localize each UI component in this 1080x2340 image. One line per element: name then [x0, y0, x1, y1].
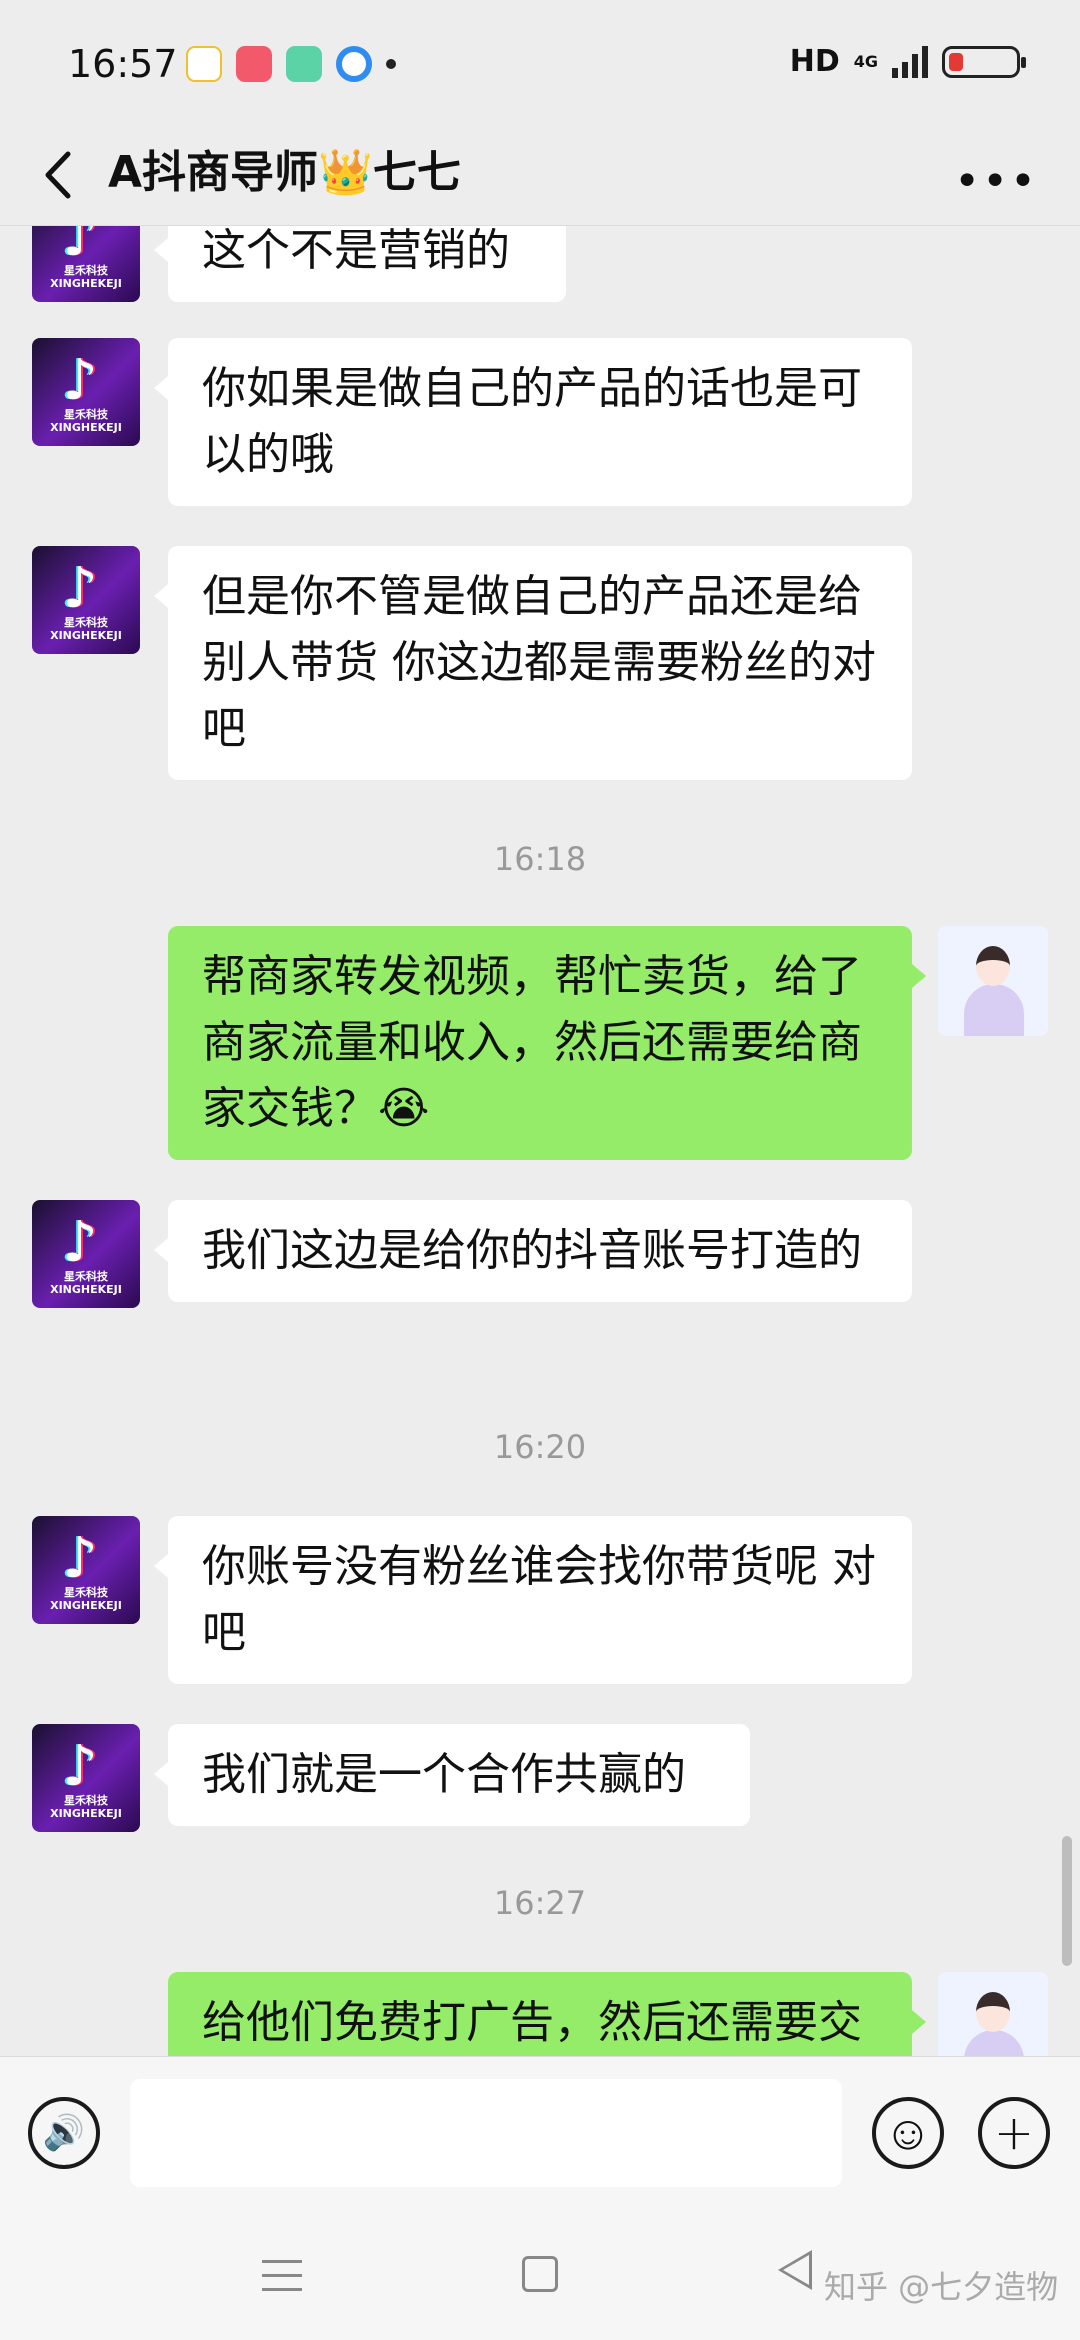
message-bubble[interactable]: 你账号没有粉丝谁会找你带货呢 对吧	[154, 1516, 912, 1684]
avatar-brand: 星禾科技 XINGHEKEJI	[50, 1270, 122, 1296]
home-icon[interactable]	[522, 2256, 558, 2292]
avatar-brand: 星禾科技 XINGHEKEJI	[50, 1586, 122, 1612]
timestamp: 16:20	[493, 1428, 587, 1466]
signal-icon	[892, 45, 928, 78]
timestamp: 16:27	[493, 1884, 587, 1922]
avatar-brand: 星禾科技 XINGHEKEJI	[50, 408, 122, 434]
more-notifications-dot	[386, 59, 396, 69]
message-bubble[interactable]: 帮商家转发视频，帮忙卖货，给了商家流量和收入，然后还需要给商家交钱？😭	[168, 926, 926, 1160]
input-bar: 🔊 ☺ +	[0, 2056, 1080, 2221]
music-note-icon: ♪	[62, 1526, 98, 1591]
self-avatar[interactable]	[938, 926, 1048, 1036]
video-app-icon	[236, 46, 272, 82]
back-arrow-icon[interactable]	[36, 140, 84, 210]
avatar-brand: 星禾科技 XINGHEKEJI	[50, 1794, 122, 1820]
message-bubble[interactable]: 我们这边是给你的抖音账号打造的	[154, 1200, 912, 1302]
contact-avatar[interactable]: ♪ 星禾科技 XINGHEKEJI	[32, 1200, 140, 1308]
avatar-brand: 星禾科技 XINGHEKEJI	[50, 616, 122, 642]
hd-indicator: HD	[789, 44, 840, 79]
timestamp: 16:18	[493, 840, 587, 878]
music-note-icon: ♪	[62, 226, 98, 269]
chat-header: A抖商导师👑七七 •••	[0, 130, 1080, 226]
avatar-brand: 星禾科技 XINGHEKEJI	[50, 264, 122, 290]
message-bubble[interactable]: 给他们免费打广告，然后还需要交	[168, 1972, 926, 2056]
self-avatar[interactable]	[938, 1972, 1048, 2056]
message-bubble[interactable]: 你如果是做自己的产品的话也是可以的哦	[154, 338, 912, 506]
voice-input-icon[interactable]: 🔊	[28, 2097, 100, 2169]
chat-title: A抖商导师👑七七	[108, 147, 461, 198]
avatar-figure-face	[976, 946, 1010, 986]
contact-avatar[interactable]: ♪ 星禾科技 XINGHEKEJI	[32, 1724, 140, 1832]
contact-avatar[interactable]: ♪ 星禾科技 XINGHEKEJI	[32, 1516, 140, 1624]
recent-apps-icon[interactable]	[262, 2260, 302, 2292]
status-bar: 16:57 HD 4G	[0, 0, 1080, 130]
music-note-icon: ♪	[62, 1210, 98, 1275]
message-bubble[interactable]: 但是你不管是做自己的产品还是给别人带货 你这边都是需要粉丝的对吧	[154, 546, 912, 780]
contact-avatar[interactable]: ♪ 星禾科技 XINGHEKEJI	[32, 546, 140, 654]
battery-icon	[942, 45, 1026, 78]
message-app-icon	[286, 46, 322, 82]
emoji-icon[interactable]: ☺	[872, 2097, 944, 2169]
notification-icons	[186, 46, 396, 82]
browser-app-icon	[336, 46, 372, 82]
weibo-icon	[186, 46, 222, 82]
watermark: 知乎 @七夕造物	[824, 2268, 1059, 2306]
status-indicators: HD 4G	[789, 44, 1026, 79]
avatar-figure-dress	[964, 984, 1024, 1036]
contact-avatar[interactable]: ♪ 星禾科技 XINGHEKEJI	[32, 226, 140, 302]
status-time: 16:57	[68, 42, 178, 86]
contact-avatar[interactable]: ♪ 星禾科技 XINGHEKEJI	[32, 338, 140, 446]
avatar-figure-dress	[964, 2030, 1024, 2056]
music-note-icon: ♪	[62, 556, 98, 621]
avatar-figure-face	[976, 1992, 1010, 2032]
network-type: 4G	[853, 51, 878, 71]
music-note-icon: ♪	[62, 1734, 98, 1799]
nav-back-icon[interactable]	[778, 2250, 812, 2290]
message-list[interactable]: ♪ 星禾科技 XINGHEKEJI 这个不是营销的 ♪ 星禾科技 XINGHEKEJ…	[0, 226, 1080, 2056]
music-note-icon: ♪	[62, 348, 98, 413]
plus-icon[interactable]: +	[978, 2097, 1050, 2169]
message-bubble[interactable]: 我们就是一个合作共赢的	[154, 1724, 750, 1826]
scrollbar[interactable]	[1062, 1836, 1072, 1966]
more-options-icon[interactable]: •••	[954, 156, 1038, 207]
message-input[interactable]	[130, 2079, 842, 2187]
message-bubble[interactable]: 这个不是营销的	[154, 226, 566, 302]
